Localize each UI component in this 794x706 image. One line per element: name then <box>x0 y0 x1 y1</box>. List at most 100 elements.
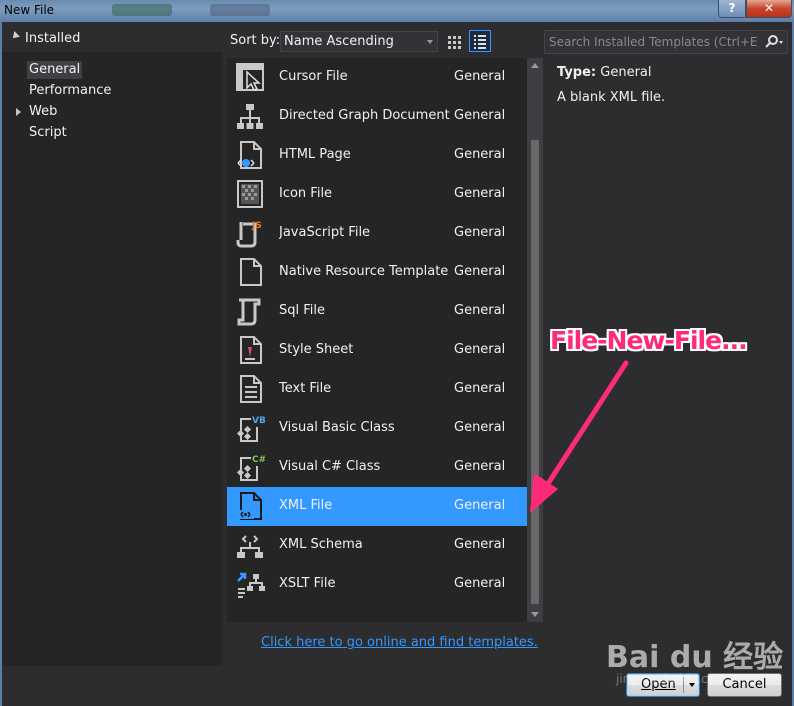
tree-item-general[interactable]: General <box>27 61 83 79</box>
template-list: Cursor File General Directed Graph Docum… <box>227 58 527 622</box>
template-category: General <box>454 342 506 357</box>
background-tab <box>210 4 270 16</box>
search-icon[interactable] <box>763 34 785 50</box>
xslt-file-icon <box>237 572 265 598</box>
list-view-button[interactable] <box>469 30 491 52</box>
template-category: General <box>454 498 506 513</box>
template-category: General <box>454 264 506 279</box>
template-category: General <box>454 69 506 84</box>
window-title: New File <box>4 3 55 17</box>
tree-header-installed[interactable]: Installed <box>2 22 222 52</box>
template-row[interactable]: Style Sheet General <box>227 331 527 370</box>
template-row[interactable]: Icon File General <box>227 175 527 214</box>
native-resource-icon <box>240 258 262 286</box>
template-description: A blank XML file. <box>557 90 666 105</box>
template-name: XML File <box>279 498 333 513</box>
icon-file-icon <box>237 180 263 208</box>
template-category: General <box>454 303 506 318</box>
template-row[interactable]: C# Visual C# Class General <box>227 448 527 487</box>
background-tab <box>112 4 172 16</box>
style-sheet-icon <box>240 336 262 364</box>
template-name: XML Schema <box>279 537 363 552</box>
template-name: Visual C# Class <box>279 459 381 474</box>
sort-by-label: Sort by: <box>230 33 281 48</box>
annotation-label: File-New-File... <box>550 326 748 355</box>
search-templates[interactable] <box>544 30 788 54</box>
graph-document-icon <box>237 104 263 129</box>
csharp-class-icon: C# <box>236 455 265 481</box>
expand-arrow-icon[interactable] <box>16 108 21 116</box>
template-row[interactable]: Cursor File General <box>227 58 527 97</box>
template-category: General <box>454 225 506 240</box>
collapse-icon[interactable] <box>10 31 20 41</box>
list-view-icon <box>474 35 486 49</box>
template-name: Visual Basic Class <box>279 420 395 435</box>
sql-file-icon <box>237 298 261 326</box>
template-row[interactable]: VB Visual Basic Class General <box>227 409 527 448</box>
sort-dropdown[interactable]: Name Ascending <box>280 31 438 52</box>
chevron-down-icon[interactable] <box>689 683 695 687</box>
template-name: Text File <box>279 381 332 396</box>
grid-view-button[interactable] <box>443 30 465 52</box>
open-button[interactable]: Open <box>626 673 700 697</box>
svg-text:JS: JS <box>251 221 262 231</box>
tree-item-script[interactable]: Script <box>27 124 69 142</box>
online-templates-link[interactable]: Click here to go online and find templat… <box>261 635 538 650</box>
template-row[interactable]: Native Resource Template General <box>227 253 527 292</box>
svg-text:VB: VB <box>252 416 265 426</box>
scroll-up-icon[interactable] <box>531 63 539 68</box>
template-name: HTML Page <box>279 147 351 162</box>
scroll-down-icon[interactable] <box>531 612 539 617</box>
svg-text:C#: C# <box>252 455 265 465</box>
search-input[interactable] <box>549 34 759 50</box>
template-row[interactable]: HTML Page General <box>227 136 527 175</box>
xml-schema-icon <box>237 535 263 558</box>
template-row[interactable]: Text File General <box>227 370 527 409</box>
template-name: Style Sheet <box>279 342 354 357</box>
template-row[interactable]: XML Schema General <box>227 526 527 565</box>
template-category: General <box>454 420 506 435</box>
type-value: General <box>600 65 652 80</box>
template-category: General <box>454 576 506 591</box>
annotation-arrow-icon <box>530 360 629 513</box>
template-row[interactable]: XML File General <box>227 487 527 526</box>
javascript-file-icon: JS <box>236 221 262 248</box>
template-list-scrollbar[interactable] <box>527 58 543 622</box>
title-bar: New File ? ✕ <box>0 0 794 22</box>
cursor-file-icon <box>236 63 264 91</box>
tree-header-label: Installed <box>25 31 81 46</box>
open-button-label: Open <box>641 677 676 692</box>
cancel-button[interactable]: Cancel <box>707 673 782 697</box>
vb-class-icon: VB <box>236 416 265 442</box>
template-row[interactable]: Directed Graph Document (.... General <box>227 97 527 136</box>
close-button[interactable]: ✕ <box>746 0 792 18</box>
template-category: General <box>454 147 506 162</box>
template-category: General <box>454 381 506 396</box>
template-row[interactable]: Sql File General <box>227 292 527 331</box>
split-divider <box>683 677 684 693</box>
help-button[interactable]: ? <box>718 0 746 18</box>
template-name: Directed Graph Document (.... <box>279 108 451 123</box>
text-file-icon <box>240 375 262 403</box>
template-row[interactable]: XSLT File General <box>227 565 527 604</box>
template-category: General <box>454 537 506 552</box>
template-name: Cursor File <box>279 69 348 84</box>
template-category: General <box>454 108 506 123</box>
html-page-icon <box>237 141 262 169</box>
template-name: XSLT File <box>279 576 336 591</box>
grid-view-icon <box>448 36 461 49</box>
type-label: Type: <box>557 65 597 80</box>
template-name: JavaScript File <box>279 225 371 240</box>
tree-item-performance[interactable]: Performance <box>27 82 113 100</box>
template-details: Type: General A blank XML file. <box>557 65 787 105</box>
xml-file-icon <box>237 492 262 520</box>
template-name: Native Resource Template <box>279 264 449 279</box>
template-name: Sql File <box>279 303 326 318</box>
template-row[interactable]: JS JavaScript File General <box>227 214 527 253</box>
tree-item-web[interactable]: Web <box>27 103 59 121</box>
sort-value: Name Ascending <box>284 34 394 49</box>
template-category: General <box>454 186 506 201</box>
template-name: Icon File <box>279 186 333 201</box>
chevron-down-icon <box>427 40 433 44</box>
template-category: General <box>454 459 506 474</box>
